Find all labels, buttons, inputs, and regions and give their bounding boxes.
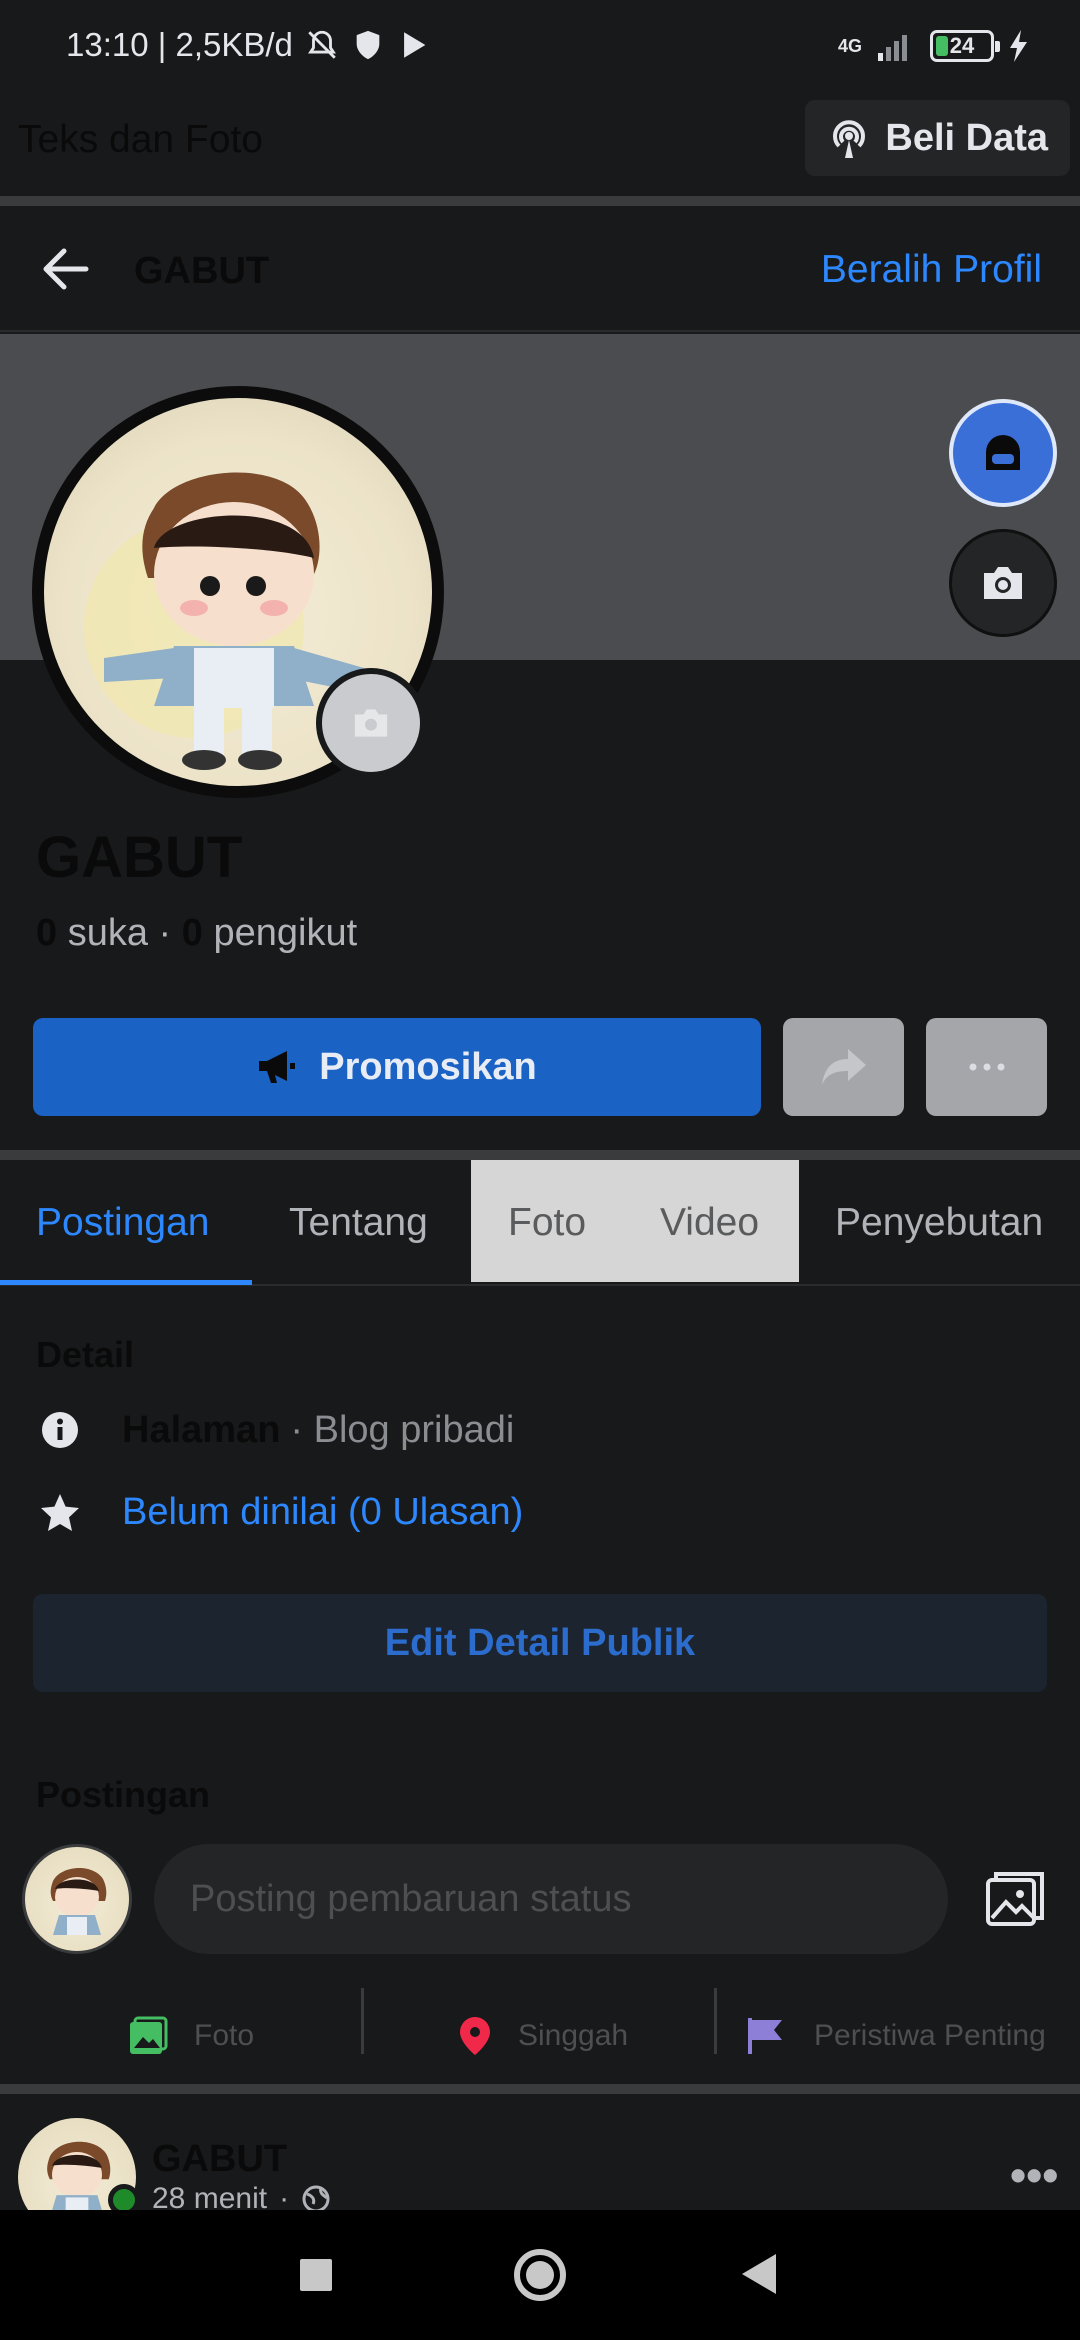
likes-label: suka bbox=[67, 912, 148, 954]
rating-row[interactable]: Belum dinilai (0 Ulasan) bbox=[36, 1488, 523, 1536]
data-banner: Teks dan Foto Beli Data bbox=[0, 96, 1080, 196]
profile-picture-camera-button[interactable] bbox=[316, 668, 426, 778]
header-title: GABUT bbox=[134, 250, 270, 292]
network-type: 4G bbox=[837, 35, 862, 56]
status-bar: 13:10 | 2,5KB/d 4G 24 bbox=[0, 0, 1080, 96]
tab-mentions[interactable]: Penyebutan bbox=[835, 1160, 1043, 1286]
photo-action[interactable]: Foto bbox=[128, 1986, 254, 2086]
post-author-name[interactable]: GABUT bbox=[152, 2138, 287, 2181]
camera-icon bbox=[984, 567, 1022, 599]
avatar-edit-button[interactable] bbox=[949, 399, 1057, 507]
life-event-action[interactable]: Peristiwa Penting bbox=[746, 1986, 1046, 2086]
composer-avatar[interactable] bbox=[22, 1844, 132, 1954]
bell-off-icon bbox=[307, 30, 336, 59]
page-category: · Blog pribadi bbox=[290, 1408, 515, 1451]
page-name: GABUT bbox=[36, 825, 243, 890]
tab-videos[interactable]: Video bbox=[660, 1160, 759, 1286]
rating-text: Belum dinilai (0 Ulasan) bbox=[122, 1490, 524, 1533]
detail-heading: Detail bbox=[36, 1334, 135, 1375]
play-store-icon bbox=[404, 32, 426, 58]
active-tab-indicator bbox=[0, 1280, 252, 1285]
tab-photos[interactable]: Foto bbox=[508, 1160, 586, 1286]
flag-icon bbox=[748, 2018, 782, 2054]
edit-public-details-button[interactable]: Edit Detail Publik bbox=[33, 1594, 1047, 1692]
composer-actions: Foto Singgah Peristiwa Penting bbox=[0, 1986, 1080, 2086]
likes-count: 0 bbox=[36, 912, 58, 954]
page-type-row: Halaman · Blog pribadi bbox=[36, 1406, 514, 1454]
battery-indicator: 24 bbox=[930, 30, 1000, 62]
share-arrow-icon bbox=[821, 1049, 866, 1085]
divider bbox=[0, 2084, 1080, 2094]
signal-icon bbox=[878, 35, 907, 61]
info-icon bbox=[42, 1412, 78, 1448]
recent-apps-button[interactable] bbox=[300, 2259, 332, 2291]
page-type-label: Halaman bbox=[122, 1408, 281, 1451]
avatar-illustration bbox=[50, 1867, 107, 1935]
divider bbox=[0, 196, 1080, 206]
home-button[interactable] bbox=[514, 2249, 566, 2301]
followers-count: 0 bbox=[181, 912, 203, 954]
followers-label: pengikut bbox=[213, 912, 358, 954]
checkin-action[interactable]: Singgah bbox=[458, 1986, 628, 2086]
more-dots-icon bbox=[969, 1063, 1004, 1071]
broadcast-icon bbox=[833, 120, 866, 158]
cover-camera-button[interactable] bbox=[949, 529, 1057, 637]
megaphone-icon bbox=[259, 1051, 296, 1083]
shield-icon bbox=[356, 30, 380, 60]
star-icon bbox=[41, 1494, 79, 1531]
divider bbox=[714, 1988, 717, 2054]
tab-bar: Postingan Tentang Foto Video Penyebutan bbox=[0, 1160, 1080, 1286]
more-options-button[interactable] bbox=[926, 1018, 1047, 1116]
posts-heading: Postingan bbox=[36, 1774, 211, 1815]
status-time: 13:10 | 2,5KB/d bbox=[66, 26, 293, 63]
post-more-options-icon[interactable]: ••• bbox=[1010, 2148, 1058, 2202]
photo-action-label: Foto bbox=[194, 2019, 255, 2052]
divider bbox=[361, 1988, 364, 2054]
tab-posts[interactable]: Postingan bbox=[36, 1160, 209, 1286]
switch-profile-link[interactable]: Beralih Profil bbox=[821, 248, 1042, 292]
charging-icon bbox=[1010, 30, 1027, 62]
tab-about[interactable]: Tentang bbox=[289, 1160, 428, 1286]
checkin-action-label: Singgah bbox=[518, 2019, 629, 2052]
divider bbox=[0, 1150, 1080, 1160]
back-arrow-icon[interactable] bbox=[40, 246, 90, 292]
header: GABUT Beralih Profil bbox=[0, 206, 1080, 332]
promote-button[interactable]: Promosikan bbox=[33, 1018, 761, 1116]
banner-label: Teks dan Foto bbox=[18, 118, 263, 161]
page-stats: 0 suka · 0 pengikut bbox=[36, 912, 358, 954]
share-button[interactable] bbox=[783, 1018, 904, 1116]
status-update-input[interactable]: Posting pembaruan status bbox=[154, 1844, 948, 1954]
location-pin-icon bbox=[460, 2017, 490, 2055]
life-event-action-label: Peristiwa Penting bbox=[814, 2019, 1046, 2052]
add-photo-icon[interactable] bbox=[982, 1868, 1046, 1932]
avatar-face-icon bbox=[986, 435, 1020, 470]
camera-icon bbox=[354, 709, 388, 737]
buy-data-label: Beli Data bbox=[885, 116, 1048, 159]
system-back-button[interactable] bbox=[742, 2254, 776, 2294]
promote-label: Promosikan bbox=[319, 1045, 537, 1088]
buy-data-button[interactable]: Beli Data bbox=[805, 100, 1070, 176]
photo-icon bbox=[130, 2016, 168, 2054]
